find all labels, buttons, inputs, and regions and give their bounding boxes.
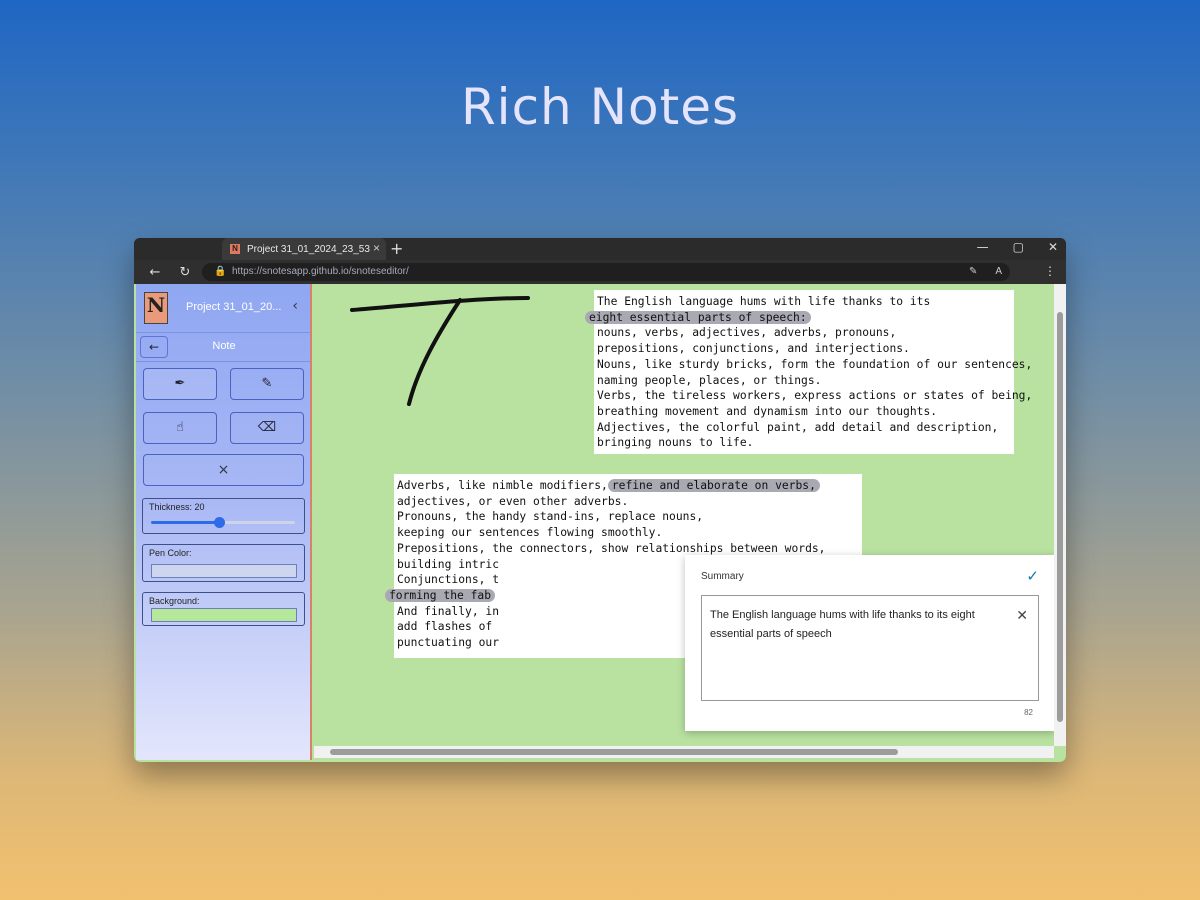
background-color-swatch[interactable]: [151, 608, 297, 622]
address-bar: ← ↻ 🔒 https://snotesapp.github.io/snotes…: [134, 260, 1066, 284]
more-menu-icon[interactable]: ⋮: [1044, 264, 1056, 278]
summary-popup: Summary ✓ The English language hums with…: [685, 555, 1055, 731]
app-logo: N: [144, 292, 168, 324]
hand-tool-button[interactable]: ☝: [143, 412, 217, 444]
slider-fill: [151, 521, 219, 524]
character-count: 82: [1024, 708, 1033, 717]
note-label: Note: [212, 340, 236, 352]
horizontal-scrollbar[interactable]: [314, 746, 1054, 758]
browser-tab[interactable]: N Project 31_01_2024_23_53 ×: [222, 238, 386, 260]
close-icon[interactable]: ✕: [1016, 606, 1028, 625]
sidebar: N Project 31_01_20... ‹ ← Note ✒ ✎ ☝ ⌫ ×…: [136, 284, 312, 760]
scroll-thumb[interactable]: [330, 749, 898, 755]
summary-title: Summary: [701, 571, 744, 582]
eraser-tool-button[interactable]: ⌫: [230, 412, 304, 444]
pencil-icon: ✎: [261, 376, 273, 391]
text-block-1[interactable]: The English language hums with life than…: [585, 290, 1032, 454]
tab-title: Project 31_01_2024_23_53: [247, 243, 370, 255]
favicon-icon: N: [230, 244, 240, 254]
background-panel: Background:: [142, 592, 305, 626]
slider-thumb[interactable]: [213, 517, 225, 528]
edit-icon[interactable]: ✎: [969, 263, 977, 281]
tab-close-icon[interactable]: ×: [373, 241, 380, 255]
drawing-canvas[interactable]: The English language hums with life than…: [314, 284, 1055, 746]
app-content: N Project 31_01_20... ‹ ← Note ✒ ✎ ☝ ⌫ ×…: [134, 284, 1066, 762]
text-highlight[interactable]: forming the fab: [385, 588, 496, 602]
minimize-icon[interactable]: —: [977, 240, 989, 254]
hero-title: Rich Notes: [460, 78, 740, 136]
summary-text: The English language hums with life than…: [710, 609, 975, 640]
background-label: Background:: [149, 596, 200, 606]
close-icon: ×: [217, 462, 230, 478]
eraser-icon: ⌫: [257, 420, 277, 435]
text-highlight[interactable]: refine and elaborate on verbs,: [607, 479, 820, 492]
text-body: nouns, verbs, adjectives, adverbs, prono…: [597, 326, 1033, 450]
note-bar: ← Note: [136, 332, 310, 362]
check-icon[interactable]: ✓: [1026, 567, 1039, 585]
pen-tool-button[interactable]: ✒: [143, 368, 217, 400]
scroll-thumb[interactable]: [1057, 312, 1063, 722]
back-arrow-icon[interactable]: ←: [146, 265, 164, 280]
clear-button[interactable]: ×: [143, 454, 304, 486]
url-field[interactable]: 🔒 https://snotesapp.github.io/snotesedit…: [202, 263, 1010, 281]
window-close-icon[interactable]: ✕: [1048, 240, 1058, 254]
thickness-label: Thickness: 20: [149, 502, 205, 512]
read-aloud-icon[interactable]: A: [995, 263, 1002, 281]
project-name[interactable]: Project 31_01_20...: [186, 301, 281, 313]
browser-window: N Project 31_01_2024_23_53 × + — ▢ ✕ ← ↻…: [134, 238, 1066, 762]
vertical-scrollbar[interactable]: [1054, 284, 1066, 746]
pen-icon: ✒: [174, 376, 186, 391]
pencil-tool-button[interactable]: ✎: [230, 368, 304, 400]
text-line: Adverbs, like nimble modifiers,: [397, 479, 608, 492]
text-line: The English language hums with life than…: [597, 295, 931, 308]
new-tab-icon[interactable]: +: [390, 239, 403, 258]
pen-color-label: Pen Color:: [149, 548, 192, 558]
collapse-sidebar-icon[interactable]: ‹: [292, 298, 298, 314]
pen-color-panel: Pen Color:: [142, 544, 305, 582]
pen-color-swatch[interactable]: [151, 564, 297, 578]
maximize-icon[interactable]: ▢: [1013, 240, 1024, 254]
text-body: And finally, in add flashes of punctuati…: [397, 604, 500, 650]
window-controls: — ▢ ✕: [977, 240, 1058, 254]
url-text: https://snotesapp.github.io/snoteseditor…: [232, 266, 409, 277]
tab-strip: N Project 31_01_2024_23_53 × + — ▢ ✕: [134, 238, 1066, 260]
lock-icon: 🔒: [214, 266, 227, 277]
thickness-slider[interactable]: [151, 517, 295, 528]
thickness-panel: Thickness: 20: [142, 498, 305, 534]
text-highlight[interactable]: eight essential parts of speech:: [585, 310, 811, 324]
sidebar-header: N Project 31_01_20... ‹: [136, 284, 310, 332]
summary-textarea[interactable]: The English language hums with life than…: [701, 595, 1039, 701]
hand-icon: ☝: [176, 420, 184, 435]
refresh-icon[interactable]: ↻: [176, 265, 194, 280]
